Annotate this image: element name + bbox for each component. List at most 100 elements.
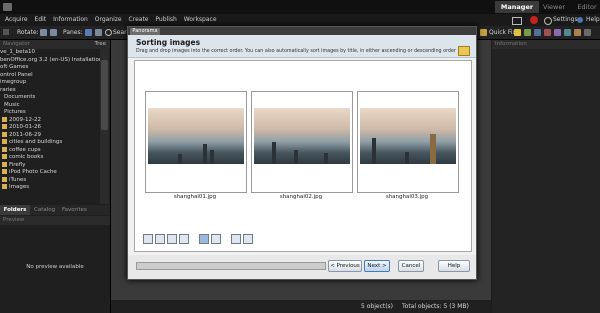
- image-caption: shanghai02.jpg: [279, 194, 323, 200]
- sort-descending-icon[interactable]: [243, 234, 253, 244]
- tree-item[interactable]: raries: [0, 87, 100, 95]
- monitor-icon[interactable]: [512, 17, 522, 25]
- list-view-icon[interactable]: [211, 234, 221, 244]
- tab-folders[interactable]: Folders: [0, 205, 30, 215]
- tree-item[interactable]: 2010-01-26: [0, 124, 100, 132]
- menu-bar: Acquire Edit Information Organize Create…: [0, 14, 600, 26]
- next-button[interactable]: Next >: [364, 260, 390, 272]
- tree-item[interactable]: Firefly: [0, 161, 100, 170]
- actual-size-icon[interactable]: [179, 234, 189, 244]
- tree-item[interactable]: Music: [0, 102, 100, 110]
- tool-icon-5[interactable]: [554, 29, 561, 36]
- zoom-in-icon[interactable]: [143, 234, 153, 244]
- tree-item[interactable]: ve_1_beta10: [0, 49, 100, 57]
- tree-item[interactable]: Documents: [0, 94, 100, 102]
- menu-workspace[interactable]: Workspace: [184, 14, 217, 26]
- quick-fix-button[interactable]: Quick Fix: [489, 26, 516, 39]
- tool-icon-3[interactable]: [534, 29, 541, 36]
- tree-item[interactable]: cities and buildings: [0, 139, 100, 147]
- panes-icon[interactable]: [85, 29, 92, 36]
- image-card[interactable]: [251, 91, 353, 193]
- folder-icon: [2, 131, 7, 137]
- tree-item-label: 2011-06-29: [9, 131, 41, 138]
- panorama-dialog: Panorama Sorting images Drag and drop im…: [127, 26, 477, 280]
- tab-editor[interactable]: Editor: [575, 1, 599, 13]
- dialog-tab-panorama: Panorama: [130, 28, 160, 35]
- image-caption: shanghai03.jpg: [385, 194, 429, 200]
- help-link[interactable]: Help: [586, 14, 600, 26]
- folder-icon: [2, 154, 7, 159]
- rotate-left-icon[interactable]: [40, 29, 47, 36]
- tree-item[interactable]: benOffice.org 3.2 (en-US) Installation F…: [0, 57, 100, 65]
- tool-icon-1[interactable]: [514, 29, 521, 36]
- tree-item[interactable]: imegroup: [0, 79, 100, 87]
- tree-item[interactable]: ontrol Panel: [0, 72, 100, 80]
- navigator-header: Navigator Tree: [0, 40, 110, 49]
- menu-edit[interactable]: Edit: [35, 14, 47, 26]
- preview-panel: Preview No preview available: [0, 216, 110, 313]
- image-thumbnail: [254, 108, 350, 164]
- quick-fix-icon[interactable]: [480, 29, 487, 36]
- tree-item-label: coffee cups: [9, 146, 41, 153]
- tree-scrollbar-thumb[interactable]: [101, 60, 108, 130]
- panes-toggle-icon[interactable]: [95, 29, 102, 36]
- zoom-out-icon[interactable]: [155, 234, 165, 244]
- help-icon[interactable]: [577, 17, 583, 23]
- menu-organize[interactable]: Organize: [95, 14, 122, 26]
- tree-item-label: cities and buildings: [9, 139, 63, 145]
- tree-item[interactable]: 2011-06-29: [0, 131, 100, 140]
- tool-icon-7[interactable]: [574, 29, 581, 36]
- status-object-count: 5 object(s): [361, 303, 394, 310]
- help-button[interactable]: Help: [438, 260, 470, 272]
- rotate-right-icon[interactable]: [50, 29, 57, 36]
- tab-manager[interactable]: Manager: [495, 1, 539, 13]
- settings-link[interactable]: Settings: [553, 14, 578, 26]
- tree-item[interactable]: 2009-12-22: [0, 116, 100, 125]
- title-bar: Manager Viewer Editor: [0, 0, 600, 14]
- tree-item[interactable]: comic books: [0, 154, 100, 162]
- menu-information[interactable]: Information: [53, 14, 88, 26]
- no-preview-text: No preview available: [26, 264, 84, 270]
- tool-icon-4[interactable]: [544, 29, 551, 36]
- tab-catalog[interactable]: Catalog: [34, 205, 55, 215]
- preview-header: Preview: [0, 216, 110, 225]
- alert-icon[interactable]: [530, 16, 538, 24]
- information-title: Information: [495, 41, 527, 47]
- tree-item-label: Firefly: [9, 161, 26, 168]
- progress-bar: [136, 262, 326, 270]
- menu-publish[interactable]: Publish: [155, 14, 176, 26]
- toolbar-grip-icon: [3, 29, 9, 35]
- fit-view-icon[interactable]: [167, 234, 177, 244]
- tree-item[interactable]: iPod Photo Cache: [0, 169, 100, 177]
- tree-item[interactable]: coffee cups: [0, 146, 100, 155]
- tree-dropdown[interactable]: Tree: [95, 40, 106, 49]
- image-caption: shanghai01.jpg: [173, 194, 217, 200]
- cancel-button[interactable]: Cancel: [398, 260, 424, 272]
- tree-item[interactable]: Pictures: [0, 109, 100, 117]
- settings-gear-icon[interactable]: [544, 17, 552, 25]
- tree-item-label: iPod Photo Cache: [9, 169, 57, 175]
- app-logo-icon: [3, 3, 12, 11]
- folder-tree: ve_1_beta10 benOffice.org 3.2 (en-US) In…: [0, 49, 100, 205]
- tool-icon-8[interactable]: [584, 29, 591, 36]
- previous-button[interactable]: < Previous: [328, 260, 362, 272]
- search-icon[interactable]: [105, 29, 112, 36]
- tool-icon-2[interactable]: [524, 29, 531, 36]
- preview-title: Preview: [3, 217, 25, 223]
- image-card[interactable]: [145, 91, 247, 193]
- tree-item[interactable]: iTunes: [0, 176, 100, 185]
- sort-ascending-icon[interactable]: [231, 234, 241, 244]
- folder-icon: [2, 176, 7, 182]
- menu-create[interactable]: Create: [129, 14, 149, 26]
- tab-viewer[interactable]: Viewer: [541, 1, 567, 13]
- tree-item-label: 2010-01-26: [9, 124, 41, 130]
- grid-view-icon[interactable]: [199, 234, 209, 244]
- tool-icon-6[interactable]: [564, 29, 571, 36]
- tree-item[interactable]: Images: [0, 184, 100, 192]
- image-card[interactable]: [357, 91, 459, 193]
- folder-icon: [2, 184, 7, 189]
- dialog-header: Sorting images Drag and drop images into…: [128, 35, 476, 58]
- tab-favorites[interactable]: Favorites: [62, 205, 87, 215]
- menu-acquire[interactable]: Acquire: [5, 14, 28, 26]
- tree-item[interactable]: oft Games: [0, 64, 100, 72]
